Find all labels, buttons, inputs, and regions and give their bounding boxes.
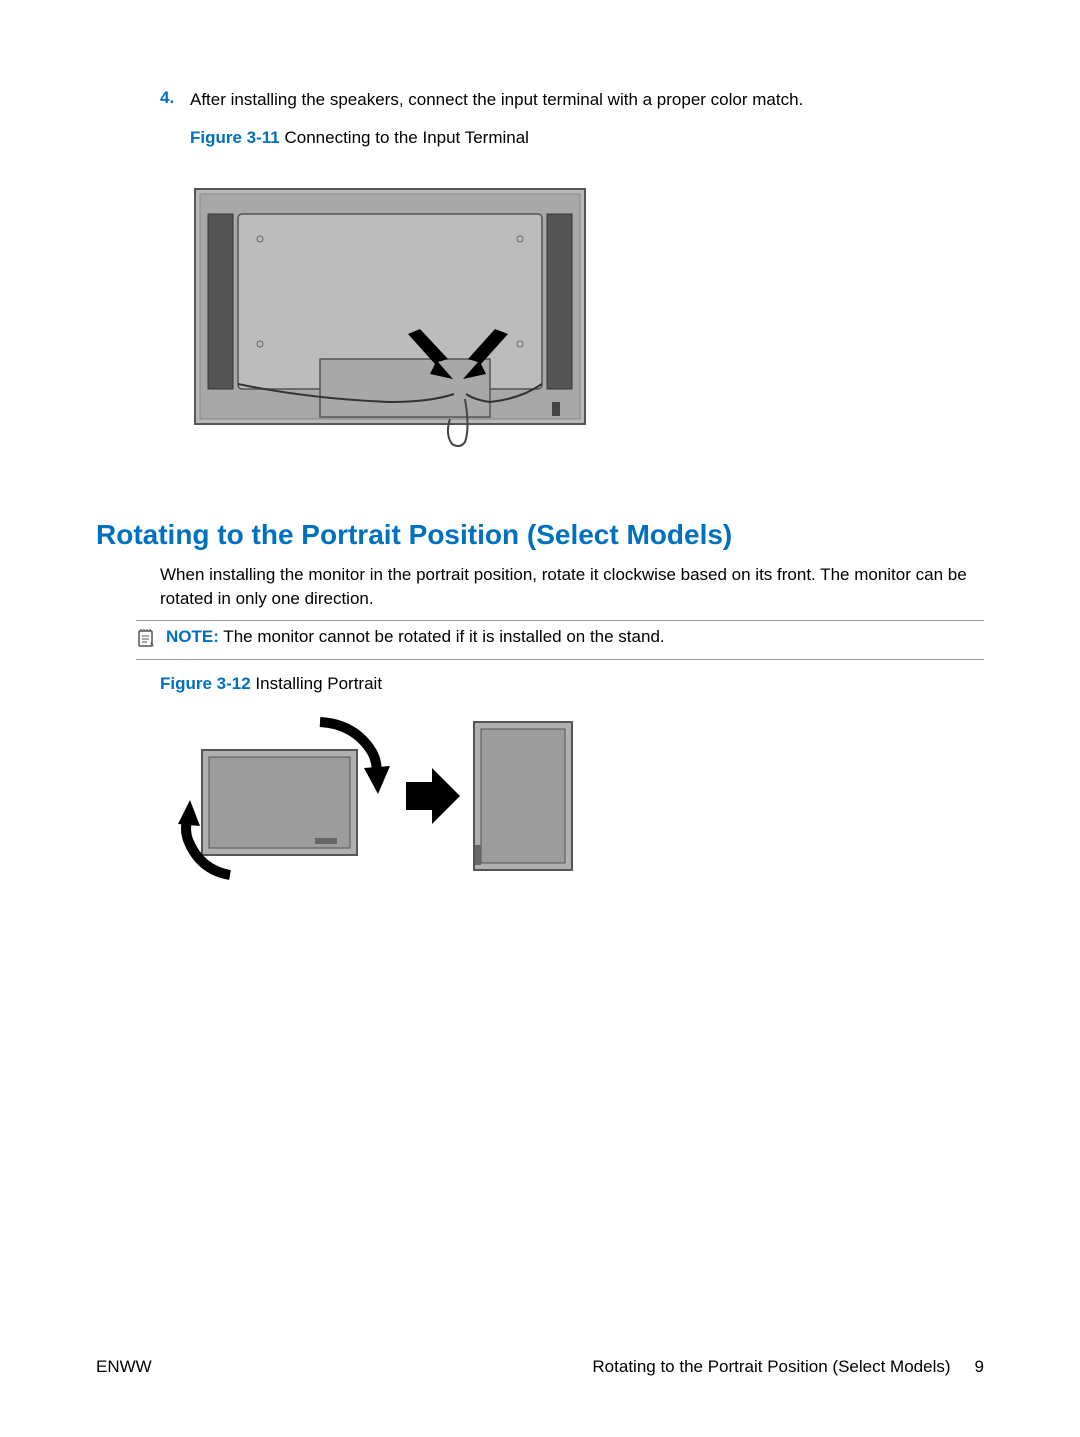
figure-title-1: Connecting to the Input Terminal: [280, 128, 529, 147]
page-number: 9: [975, 1357, 984, 1377]
figure-label-2: Figure 3-12: [160, 674, 251, 693]
step-number: 4.: [160, 88, 190, 112]
step-text: After installing the speakers, connect t…: [190, 88, 803, 112]
note-icon: [136, 628, 160, 653]
figure-caption-2: Figure 3-12 Installing Portrait: [160, 674, 984, 694]
arrow-right-icon: [406, 768, 460, 824]
note-label: NOTE:: [166, 627, 219, 646]
footer-left: ENWW: [96, 1357, 152, 1377]
note-text: The monitor cannot be rotated if it is i…: [219, 627, 665, 646]
note-box: NOTE: The monitor cannot be rotated if i…: [136, 620, 984, 660]
figure-image-2: [160, 710, 984, 895]
step-row: 4. After installing the speakers, connec…: [160, 88, 984, 112]
body-text: When installing the monitor in the portr…: [160, 563, 984, 611]
footer-section-title: Rotating to the Portrait Position (Selec…: [592, 1357, 950, 1377]
figure-title-2: Installing Portrait: [251, 674, 382, 693]
figure-caption-1: Figure 3-11 Connecting to the Input Term…: [190, 128, 984, 148]
footer: ENWW Rotating to the Portrait Position (…: [96, 1357, 984, 1377]
figure-image-1: [190, 184, 984, 469]
section-heading: Rotating to the Portrait Position (Selec…: [96, 519, 984, 551]
figure-label-1: Figure 3-11: [190, 128, 280, 147]
